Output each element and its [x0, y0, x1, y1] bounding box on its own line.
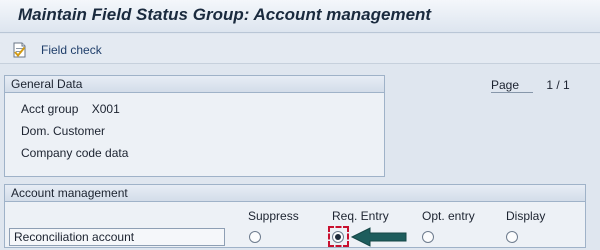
- dom-customer-text: Dom. Customer: [21, 124, 106, 138]
- pointer-arrow-icon: [350, 227, 407, 247]
- field-check-label: Field check: [41, 43, 102, 57]
- selection-highlight-box: [328, 226, 349, 247]
- company-code-data-text: Company code data: [21, 146, 129, 160]
- acct-group-row: Acct group X001: [21, 102, 120, 116]
- radio-display[interactable]: [506, 231, 518, 243]
- account-management-header: Account management: [5, 185, 585, 202]
- title-bar: Maintain Field Status Group: Account man…: [0, 0, 600, 33]
- field-check-button[interactable]: Field check: [12, 40, 102, 60]
- reconciliation-account-field: Reconciliation account: [9, 228, 225, 246]
- column-opt-entry: Opt. entry: [422, 209, 475, 223]
- page-label: Page: [491, 78, 534, 93]
- page-value: 1 / 1: [546, 78, 570, 92]
- column-display: Display: [506, 209, 546, 223]
- toolbar: Field check: [0, 34, 600, 64]
- window-title: Maintain Field Status Group: Account man…: [18, 5, 432, 24]
- radio-suppress[interactable]: [249, 231, 261, 243]
- acct-group-label: Acct group: [21, 102, 79, 116]
- column-suppress: Suppress: [248, 209, 299, 223]
- radio-opt-entry[interactable]: [422, 231, 434, 243]
- field-check-icon: [13, 42, 26, 58]
- page-indicator: Page 1 / 1: [491, 78, 570, 93]
- acct-group-value: X001: [91, 102, 120, 116]
- general-data-header: General Data: [5, 76, 384, 93]
- general-data-group: General Data Acct group X001 Dom. Custom…: [4, 75, 385, 177]
- column-req-entry: Req. Entry: [332, 209, 389, 223]
